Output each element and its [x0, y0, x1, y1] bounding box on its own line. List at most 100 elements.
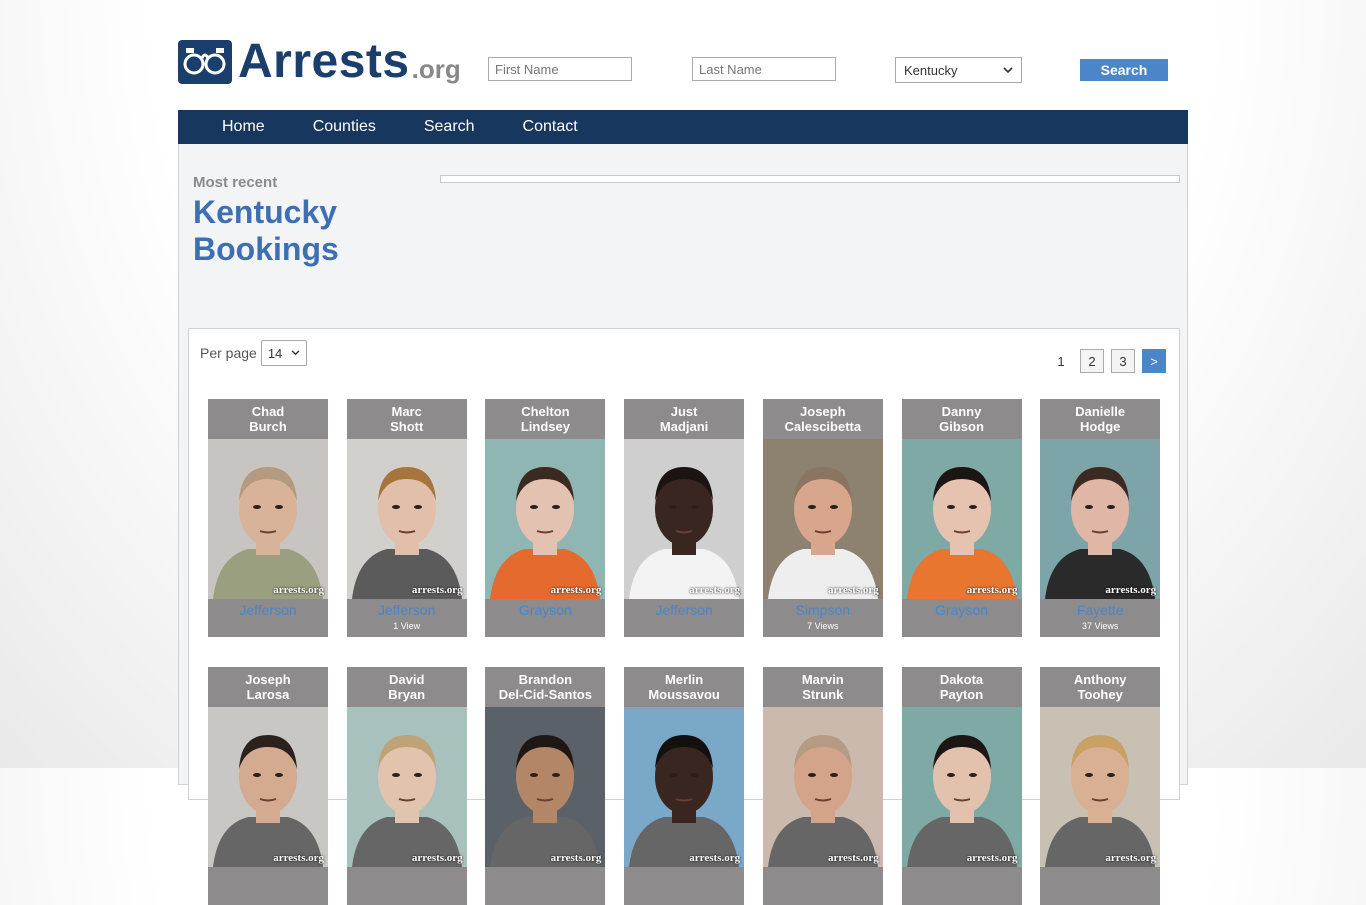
mugshot-photo[interactable]: arrests.org [485, 707, 606, 867]
watermark: arrests.org [689, 584, 741, 596]
booking-card[interactable]: Joseph Calescibetta arrests.org Simpson 7 Vi… [762, 399, 883, 637]
booking-name[interactable]: Dakota Payton [902, 667, 1022, 707]
mugshot-figure [490, 467, 601, 599]
booking-views: 7 Views [807, 621, 839, 631]
booking-name[interactable]: Joseph Larosa [208, 667, 328, 707]
booking-name[interactable]: Danny Gibson [902, 399, 1022, 439]
mugshot-photo[interactable]: arrests.org [208, 439, 328, 599]
watermark: arrests.org [411, 584, 463, 596]
chevron-down-icon [1003, 66, 1013, 73]
booking-name[interactable]: Marc Shott [347, 399, 467, 439]
booking-last-name: Madjani [659, 419, 709, 434]
booking-name[interactable]: Anthony Toohey [1040, 667, 1160, 707]
booking-last-name: Gibson [939, 419, 984, 434]
booking-card[interactable]: Joseph Larosa arrests.org [208, 667, 328, 905]
mugshot-photo[interactable]: arrests.org [762, 439, 883, 599]
page-title: Kentucky Bookings [193, 194, 339, 268]
booking-name[interactable]: Chad Burch [208, 399, 328, 439]
booking-card[interactable]: Danielle Hodge arrests.org Fayette 37 Views [1040, 399, 1161, 637]
mugshot-figure [213, 467, 323, 599]
booking-first-name: Joseph [245, 672, 291, 687]
booking-last-name: Bryan [388, 687, 426, 702]
booking-name[interactable]: Just Madjani [624, 399, 744, 439]
booking-name[interactable]: David Bryan [347, 667, 467, 707]
nav-counties[interactable]: Counties [313, 110, 376, 144]
booking-county-link[interactable]: Grayson [485, 602, 605, 618]
mugshot-figure [629, 467, 740, 599]
booking-county-link[interactable]: Simpson [763, 602, 883, 618]
booking-last-name: Shott [390, 419, 424, 434]
nav-contact[interactable]: Contact [523, 110, 578, 144]
booking-first-name: Joseph [800, 404, 846, 419]
booking-last-name: Calescibetta [784, 419, 862, 434]
booking-card[interactable]: Brandon Del-Cid-Santos arrests.org [485, 667, 606, 905]
mugshot-figure [629, 735, 740, 867]
per-page-select[interactable]: 14 [260, 340, 307, 366]
booking-name[interactable]: Marvin Strunk [763, 667, 883, 707]
booking-name[interactable]: Brandon Del-Cid-Santos [485, 667, 605, 707]
first-name-input[interactable] [488, 57, 632, 81]
page-current: 1 [1057, 353, 1065, 369]
mugshot-photo[interactable]: arrests.org [208, 707, 328, 867]
booking-card[interactable]: Anthony Toohey arrests.org [1040, 667, 1161, 905]
watermark: arrests.org [550, 584, 602, 596]
booking-card[interactable]: David Bryan arrests.org [346, 667, 467, 905]
booking-county-link[interactable]: Jefferson [208, 602, 328, 618]
handcuffs-icon [178, 40, 232, 84]
mugshot-photo[interactable]: arrests.org [901, 707, 1022, 867]
search-button[interactable]: Search [1080, 59, 1168, 81]
state-select[interactable]: Kentucky [895, 57, 1022, 83]
booking-name[interactable]: Chelton Lindsey [485, 399, 605, 439]
booking-first-name: Marvin [801, 672, 844, 687]
booking-county-link[interactable]: Fayette [1040, 602, 1160, 618]
booking-last-name: Lindsey [520, 419, 570, 434]
booking-card[interactable]: Chelton Lindsey arrests.org Grayson [485, 399, 606, 637]
site-logo[interactable]: Arrests .org [178, 34, 461, 86]
mugshot-photo[interactable]: arrests.org [624, 707, 745, 867]
booking-card[interactable]: Marc Shott arrests.org Jefferson 1 View [346, 399, 467, 637]
booking-county-link[interactable]: Grayson [902, 602, 1022, 618]
mugshot-photo[interactable]: arrests.org [762, 707, 883, 867]
booking-first-name: Danny [941, 404, 982, 419]
pagination: 1 2 3 > [1042, 349, 1166, 373]
mugshot-photo[interactable]: arrests.org [1040, 439, 1161, 599]
page-title-line1: Kentucky [193, 194, 338, 230]
booking-county-link[interactable]: Jefferson [624, 602, 744, 618]
booking-card[interactable]: Merlin Moussavou arrests.org [624, 667, 745, 905]
booking-name[interactable]: Merlin Moussavou [624, 667, 744, 707]
last-name-input[interactable] [692, 57, 836, 81]
mugshot-photo[interactable]: arrests.org [346, 439, 467, 599]
watermark: arrests.org [966, 852, 1018, 864]
next-page-button[interactable]: > [1142, 349, 1166, 373]
booking-first-name: Merlin [664, 672, 704, 687]
mugshot-photo[interactable]: arrests.org [624, 439, 745, 599]
booking-first-name: Danielle [1075, 404, 1126, 419]
booking-first-name: Brandon [518, 672, 573, 687]
mugshot-figure [906, 467, 1017, 599]
booking-name[interactable]: Danielle Hodge [1040, 399, 1160, 439]
booking-county-link[interactable]: Jefferson [347, 602, 467, 618]
page-2-link[interactable]: 2 [1080, 349, 1104, 373]
booking-name[interactable]: Joseph Calescibetta [763, 399, 883, 439]
booking-card[interactable]: Chad Burch arrests.org Jefferson [208, 399, 328, 637]
watermark: arrests.org [966, 584, 1018, 596]
booking-card[interactable]: Just Madjani arrests.org Jefferson [624, 399, 745, 637]
booking-first-name: David [388, 672, 425, 687]
main-nav: Home Counties Search Contact [178, 110, 1188, 144]
booking-last-name: Toohey [1077, 687, 1123, 702]
booking-first-name: Just [670, 404, 698, 419]
booking-card[interactable]: Danny Gibson arrests.org Grayson [901, 399, 1022, 637]
mugshot-photo[interactable]: arrests.org [1040, 707, 1161, 867]
booking-card[interactable]: Dakota Payton arrests.org [901, 667, 1022, 905]
nav-home[interactable]: Home [222, 110, 265, 144]
booking-last-name: Burch [249, 419, 287, 434]
mugshot-photo[interactable]: arrests.org [901, 439, 1022, 599]
page-3-link[interactable]: 3 [1111, 349, 1135, 373]
booking-card[interactable]: Marvin Strunk arrests.org [762, 667, 883, 905]
booking-first-name: Dakota [939, 672, 984, 687]
logo-ext: .org [411, 54, 461, 84]
mugshot-photo[interactable]: arrests.org [346, 707, 467, 867]
mugshot-photo[interactable]: arrests.org [485, 439, 606, 599]
nav-search[interactable]: Search [424, 110, 475, 144]
page-title-line2: Bookings [193, 231, 339, 267]
